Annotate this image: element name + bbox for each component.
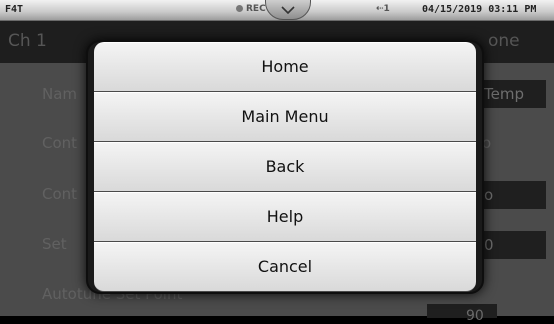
usb-count: 1	[383, 4, 390, 14]
row-label-control-2: Cont	[42, 185, 78, 203]
row-label-control-1: Cont	[42, 134, 78, 152]
record-label: REC	[246, 4, 266, 14]
row-value-autotune: 90	[466, 308, 484, 324]
status-bar: F4T REC ⇠1 04/15/2019 03:11 PM	[0, 0, 554, 21]
menu-item-back[interactable]: Back	[94, 142, 476, 192]
menu-item-home[interactable]: Home	[94, 42, 476, 92]
menu-item-help[interactable]: Help	[94, 192, 476, 242]
brand-label: F4T	[5, 4, 24, 15]
row-label-name: Nam	[42, 85, 78, 103]
clock: 04/15/2019 03:11 PM	[422, 4, 537, 15]
menu-item-main-menu[interactable]: Main Menu	[94, 92, 476, 142]
menu-item-cancel[interactable]: Cancel	[94, 242, 476, 292]
done-button[interactable]: one	[488, 31, 520, 51]
row-value-name[interactable]: Temp	[476, 80, 546, 108]
popup-menu: Home Main Menu Back Help Cancel	[86, 40, 484, 294]
row-label-set: Set	[42, 235, 67, 253]
row-value-control-2[interactable]: o	[476, 181, 546, 209]
usb-indicator: ⇠1	[376, 4, 390, 14]
record-icon	[236, 5, 243, 12]
chevron-down-icon	[281, 6, 295, 14]
channel-title: Ch 1	[8, 31, 47, 51]
record-indicator: REC	[236, 4, 266, 14]
usb-icon: ⇠	[376, 4, 384, 14]
row-value-set[interactable]: 0	[476, 231, 546, 259]
pull-down-tab[interactable]	[265, 0, 311, 20]
